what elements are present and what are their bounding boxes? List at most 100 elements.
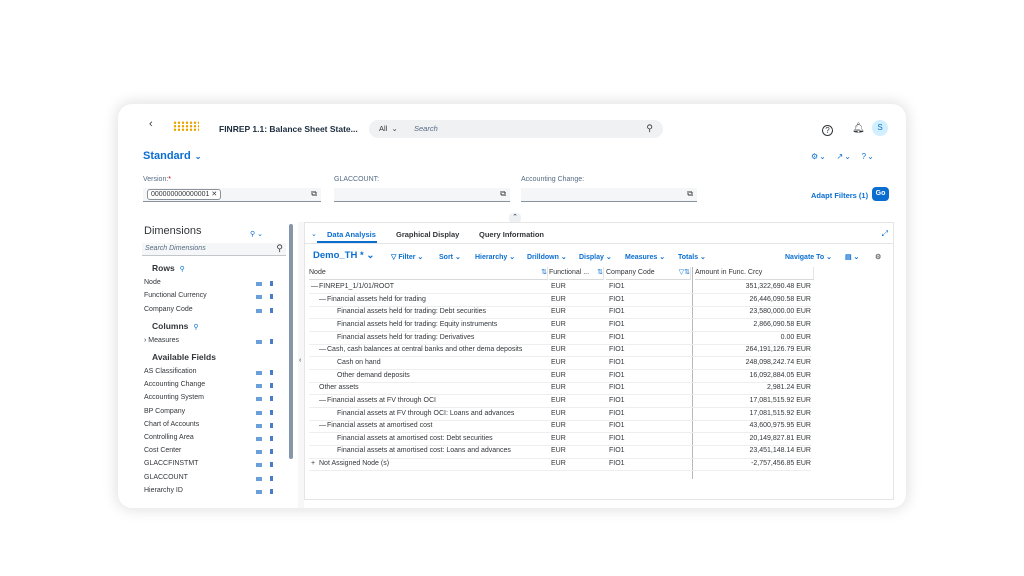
table-cell-node[interactable]: Financial assets held for trading: Deriv… bbox=[337, 332, 474, 344]
dimensions-settings-icon[interactable]: ⚲ ⌄ bbox=[250, 230, 263, 238]
available-field-item[interactable]: GLACCOUNT bbox=[144, 474, 188, 481]
drag-to-columns-icon[interactable] bbox=[270, 396, 273, 402]
table-cell-node[interactable]: Financial assets at FV through OCI: Loan… bbox=[337, 408, 514, 420]
filter-menu[interactable]: ▽ Filter ⌄ bbox=[391, 253, 423, 261]
variant-selector[interactable]: Standard ⌄ bbox=[143, 150, 201, 162]
available-field-item[interactable]: Cost Center bbox=[144, 447, 181, 454]
table-cell-node[interactable]: Financial assets at amortised cost bbox=[327, 420, 432, 432]
table-cell-amount[interactable]: 264,191,126.79 EUR bbox=[695, 344, 811, 356]
table-cell-company-code[interactable]: FIO1 bbox=[609, 458, 625, 470]
value-help-icon[interactable]: ⧉ bbox=[500, 189, 506, 199]
query-name[interactable]: Demo_TH * ⌄ bbox=[313, 250, 374, 261]
drag-to-rows-icon[interactable] bbox=[256, 450, 262, 455]
tab-query-information[interactable]: Query Information bbox=[479, 230, 544, 239]
drag-to-rows-icon[interactable] bbox=[256, 295, 262, 300]
hierarchy-menu[interactable]: Hierarchy ⌄ bbox=[475, 253, 515, 261]
export-icon[interactable]: ▤ ⌄ bbox=[845, 253, 859, 261]
go-button[interactable]: Go bbox=[872, 187, 889, 201]
fullscreen-icon[interactable]: ⤢ bbox=[882, 229, 888, 239]
search-field[interactable]: All ⌄ Search ⚲ bbox=[369, 120, 663, 138]
table-cell-currency[interactable]: EUR bbox=[551, 357, 566, 369]
drag-to-columns-icon[interactable] bbox=[270, 383, 273, 389]
totals-menu[interactable]: Totals ⌄ bbox=[678, 253, 706, 261]
value-help-icon[interactable]: ⧉ bbox=[687, 189, 693, 199]
search-icon[interactable]: ⚲ bbox=[646, 123, 653, 134]
table-cell-amount[interactable]: 23,580,000.00 EUR bbox=[695, 306, 812, 318]
dimensions-search-input[interactable]: Search Dimensions ⚲ bbox=[142, 243, 286, 256]
collapse-node-icon[interactable]: — bbox=[319, 395, 326, 407]
drag-to-rows-icon[interactable] bbox=[256, 308, 262, 313]
table-cell-node[interactable]: Financial assets held for trading: Equit… bbox=[337, 319, 497, 331]
table-cell-amount[interactable]: 351,322,690.48 EUR bbox=[695, 281, 811, 293]
available-field-item[interactable]: GLACCFINSTMT bbox=[144, 460, 198, 467]
table-cell-company-code[interactable]: FIO1 bbox=[609, 344, 625, 356]
drag-to-rows-icon[interactable] bbox=[256, 340, 262, 344]
tab-graphical-display[interactable]: Graphical Display bbox=[396, 230, 459, 239]
help-menu-icon[interactable]: ?⌄ bbox=[862, 152, 875, 161]
expand-node-icon[interactable]: + bbox=[311, 458, 315, 470]
table-cell-amount[interactable]: 2,981.24 EUR bbox=[695, 382, 811, 394]
table-cell-amount[interactable]: 248,098,242.74 EUR bbox=[695, 357, 811, 369]
dimension-row-item[interactable]: Node bbox=[144, 279, 161, 286]
column-header-node[interactable]: Node ⇅ bbox=[309, 267, 548, 280]
adapt-filters-button[interactable]: Adapt Filters (1) bbox=[811, 191, 868, 200]
table-cell-amount[interactable]: 16,092,884.05 EUR bbox=[695, 370, 812, 382]
available-field-item[interactable]: AS Classification bbox=[144, 368, 197, 375]
table-cell-company-code[interactable]: FIO1 bbox=[609, 433, 625, 445]
table-cell-company-code[interactable]: FIO1 bbox=[609, 445, 625, 457]
table-cell-currency[interactable]: EUR bbox=[551, 344, 566, 356]
drag-to-columns-icon[interactable] bbox=[270, 462, 273, 468]
table-cell-amount[interactable]: 17,081,515.92 EUR bbox=[695, 395, 812, 407]
collapse-node-icon[interactable]: — bbox=[319, 420, 326, 432]
table-cell-amount[interactable]: 20,149,827.81 EUR bbox=[695, 433, 812, 445]
table-cell-amount[interactable]: -2,757,456.85 EUR bbox=[695, 458, 811, 470]
tab-data-analysis[interactable]: Data Analysis bbox=[327, 230, 376, 239]
table-cell-amount[interactable]: 43,600,975.95 EUR bbox=[695, 420, 812, 432]
table-cell-company-code[interactable]: FIO1 bbox=[609, 332, 625, 344]
drag-to-columns-icon[interactable] bbox=[270, 475, 273, 481]
drag-to-columns-icon[interactable] bbox=[270, 409, 273, 415]
drag-to-rows-icon[interactable] bbox=[256, 476, 262, 481]
accounting-change-field[interactable]: ⧉ bbox=[521, 188, 697, 202]
table-cell-company-code[interactable]: FIO1 bbox=[609, 306, 625, 318]
drag-to-rows-icon[interactable] bbox=[256, 423, 262, 428]
drag-to-columns-icon[interactable] bbox=[270, 436, 273, 441]
table-cell-currency[interactable]: EUR bbox=[551, 281, 566, 293]
table-cell-node[interactable]: Financial assets at amortised cost: Debt… bbox=[337, 433, 493, 445]
drag-to-columns-icon[interactable] bbox=[270, 449, 273, 455]
settings-icon[interactable]: ⚙⌄ bbox=[811, 152, 827, 161]
available-field-item[interactable]: Hierarchy ID bbox=[144, 487, 183, 494]
drag-to-columns-icon[interactable] bbox=[270, 422, 273, 428]
collapse-node-icon[interactable]: — bbox=[319, 294, 326, 306]
table-cell-currency[interactable]: EUR bbox=[551, 382, 566, 394]
chevron-left-icon[interactable]: ‹ bbox=[299, 357, 301, 364]
table-cell-company-code[interactable]: FIO1 bbox=[609, 370, 625, 382]
drag-to-rows-icon[interactable] bbox=[256, 384, 262, 389]
drag-to-columns-icon[interactable] bbox=[270, 370, 273, 375]
glaccount-field[interactable]: ⧉ bbox=[334, 188, 510, 202]
column-header-amount[interactable]: Amount in Func. Crcy bbox=[695, 267, 814, 280]
table-cell-node[interactable]: Not Assigned Node (s) bbox=[319, 458, 389, 470]
value-help-icon[interactable]: ⧉ bbox=[311, 189, 317, 199]
table-cell-amount[interactable]: 0.00 EUR bbox=[695, 332, 811, 344]
drag-to-rows-icon[interactable] bbox=[256, 371, 262, 375]
drag-to-rows-icon[interactable] bbox=[256, 489, 262, 494]
table-cell-company-code[interactable]: FIO1 bbox=[609, 357, 625, 369]
drag-to-columns-icon[interactable] bbox=[270, 488, 273, 494]
dimension-column-item[interactable]: › Measures bbox=[144, 337, 179, 344]
table-cell-currency[interactable]: EUR bbox=[551, 370, 566, 382]
measures-menu[interactable]: Measures ⌄ bbox=[625, 253, 665, 261]
table-cell-currency[interactable]: EUR bbox=[551, 395, 566, 407]
column-header-functional-currency[interactable]: Functional ... ⇅ bbox=[549, 267, 604, 280]
sort-menu[interactable]: Sort ⌄ bbox=[439, 253, 461, 261]
sap-logo[interactable] bbox=[173, 121, 199, 131]
collapse-node-icon[interactable]: — bbox=[319, 344, 326, 356]
table-cell-currency[interactable]: EUR bbox=[551, 408, 566, 420]
settings-icon[interactable]: ⚙ bbox=[875, 253, 881, 261]
version-token[interactable]: 000000000000001 ✕ bbox=[147, 189, 222, 200]
table-cell-amount[interactable]: 2,866,090.58 EUR bbox=[695, 319, 811, 331]
table-cell-company-code[interactable]: FIO1 bbox=[609, 395, 625, 407]
avatar[interactable]: S bbox=[872, 120, 888, 136]
table-cell-node[interactable]: Financial assets held for trading: Debt … bbox=[337, 306, 486, 318]
table-cell-currency[interactable]: EUR bbox=[551, 445, 566, 457]
